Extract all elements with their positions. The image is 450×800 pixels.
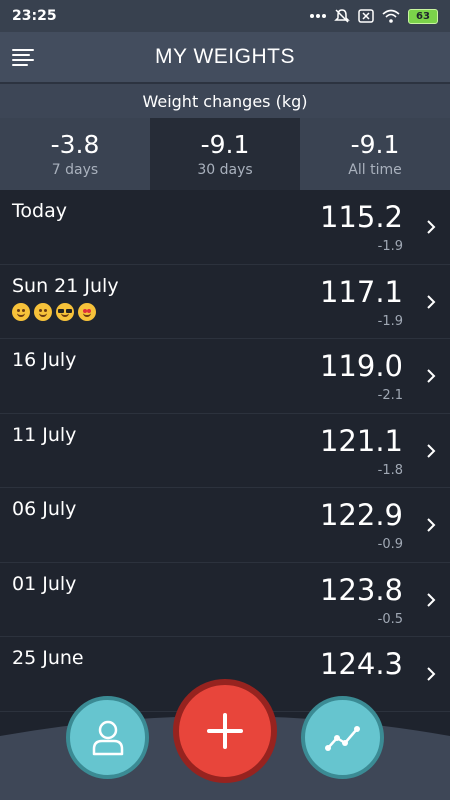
entry-date: 16 July bbox=[12, 349, 77, 371]
changes-heading: Weight changes (kg) bbox=[0, 82, 450, 118]
app-bar: MY WEIGHTS bbox=[0, 32, 450, 82]
person-icon bbox=[92, 720, 123, 755]
change-30-days[interactable]: -9.1 30 days bbox=[150, 118, 300, 190]
change-label: 7 days bbox=[51, 162, 99, 178]
change-value: -3.8 bbox=[50, 130, 100, 159]
mute-icon bbox=[334, 9, 350, 23]
entry-emojis bbox=[12, 302, 96, 321]
list-item[interactable]: 01 July 123.8 -0.5 bbox=[0, 562, 450, 637]
entry-diff: -0.9 bbox=[377, 537, 403, 552]
entry-date: 01 July bbox=[12, 572, 77, 595]
battery-level: 63 bbox=[416, 10, 430, 22]
change-value: -9.1 bbox=[200, 130, 250, 159]
entry-weight: 119.0 bbox=[319, 349, 403, 383]
list-item[interactable]: Sun 21 July 117.1 -1.9 bbox=[0, 264, 450, 339]
page-title: MY WEIGHTS bbox=[155, 45, 295, 68]
entry-date: 06 July bbox=[12, 498, 77, 520]
list-item[interactable]: Today 115.2 -1.9 bbox=[0, 190, 450, 265]
sim-icon bbox=[358, 9, 374, 23]
add-weight-button[interactable] bbox=[173, 679, 277, 783]
change-label: All time bbox=[348, 162, 402, 178]
entry-diff: -0.5 bbox=[377, 611, 403, 627]
chevron-right-icon bbox=[427, 294, 436, 309]
entry-date: 11 July bbox=[12, 423, 77, 446]
sunglasses-emoji-icon bbox=[56, 302, 74, 321]
weight-list: Today 115.2 -1.9 Sun 21 July 117.1 -1.9 … bbox=[0, 190, 450, 712]
list-item[interactable]: 11 July 121.1 -1.8 bbox=[0, 413, 450, 488]
entry-diff: -1.9 bbox=[377, 313, 403, 329]
entry-date: Sun 21 July bbox=[12, 274, 119, 297]
chevron-right-icon bbox=[427, 369, 436, 383]
weight-changes-summary: -3.8 7 days -9.1 30 days -9.1 All time bbox=[0, 118, 450, 190]
chevron-right-icon bbox=[427, 667, 436, 681]
change-value: -9.1 bbox=[350, 130, 400, 159]
change-all-time[interactable]: -9.1 All time bbox=[300, 118, 450, 190]
hamburger-menu-icon[interactable] bbox=[12, 45, 38, 69]
more-dots-icon bbox=[310, 14, 326, 18]
entry-date: Today bbox=[12, 200, 67, 222]
yum-emoji-icon bbox=[34, 302, 52, 321]
chevron-right-icon bbox=[427, 592, 436, 607]
status-icons: 63 bbox=[310, 8, 438, 24]
entry-diff: -1.8 bbox=[377, 462, 403, 478]
trend-chart-icon bbox=[324, 725, 360, 751]
entry-weight: 117.1 bbox=[319, 274, 403, 309]
battery-icon: 63 bbox=[408, 8, 438, 24]
status-time: 23:25 bbox=[12, 8, 57, 24]
list-item[interactable]: 16 July 119.0 -2.1 bbox=[0, 339, 450, 414]
entry-weight: 124.3 bbox=[319, 647, 403, 681]
entry-diff: -1.9 bbox=[377, 239, 403, 254]
change-7-days[interactable]: -3.8 7 days bbox=[0, 118, 150, 190]
entry-diff: -2.1 bbox=[377, 388, 403, 403]
entry-weight: 123.8 bbox=[319, 572, 403, 607]
status-bar: 23:25 63 bbox=[0, 0, 450, 32]
changes-heading-label: Weight changes (kg) bbox=[142, 91, 308, 111]
chevron-right-icon bbox=[427, 518, 436, 532]
chevron-right-icon bbox=[427, 443, 436, 458]
chart-button[interactable] bbox=[301, 696, 384, 779]
entry-weight: 122.9 bbox=[319, 498, 403, 532]
wifi-icon bbox=[382, 9, 400, 23]
chevron-right-icon bbox=[427, 220, 436, 234]
smile-emoji-icon bbox=[12, 302, 30, 321]
entry-weight: 115.2 bbox=[319, 200, 403, 234]
entry-weight: 121.1 bbox=[319, 423, 403, 458]
profile-button[interactable] bbox=[66, 696, 149, 779]
heart-eyes-emoji-icon bbox=[78, 302, 96, 321]
change-label: 30 days bbox=[197, 162, 253, 178]
list-item[interactable]: 06 July 122.9 -0.9 bbox=[0, 488, 450, 563]
entry-date: 25 June bbox=[12, 647, 84, 669]
plus-icon bbox=[207, 713, 243, 749]
